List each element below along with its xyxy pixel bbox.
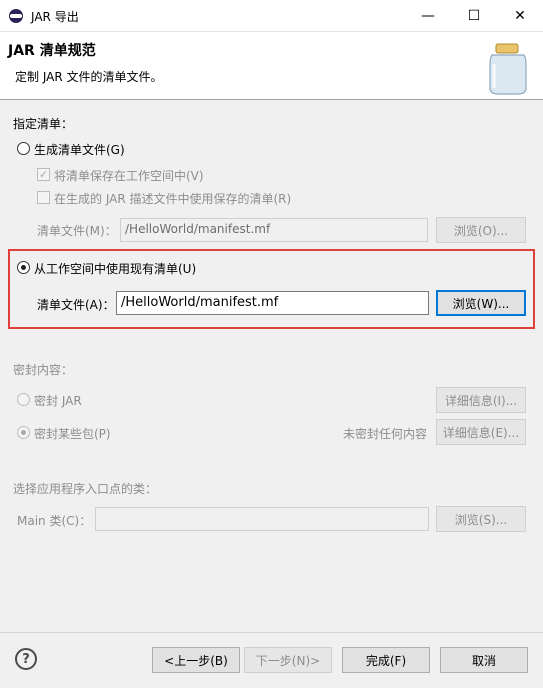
seal-packages-radio[interactable]	[17, 426, 30, 439]
window-title: JAR 导出	[31, 10, 79, 24]
browse-button-disabled[interactable]: 浏览(O)...	[436, 217, 526, 243]
page-subtitle: 定制 JAR 文件的清单文件。	[15, 70, 163, 84]
use-existing-manifest-label: 从工作空间中使用现有清单(U)	[34, 262, 197, 276]
manifest-file-label-disabled: 清单文件(M)：	[37, 224, 117, 238]
manifest-file-input[interactable]: /HelloWorld/manifest.mf	[116, 291, 429, 315]
unsealed-status-text: 未密封任何内容	[343, 427, 428, 441]
entry-point-heading: 选择应用程序入口点的类：	[13, 482, 158, 496]
title-bar: JAR 导出 — ☐ ✕	[0, 0, 543, 32]
seal-jar-radio[interactable]	[17, 393, 30, 406]
help-icon[interactable]: ?	[15, 648, 37, 670]
details-button-1[interactable]: 详细信息(I)...	[436, 387, 526, 413]
maximize-button[interactable]: ☐	[451, 0, 497, 32]
manifest-file-field-disabled[interactable]: /HelloWorld/manifest.mf	[120, 218, 428, 242]
finish-button[interactable]: 完成(F)	[342, 647, 430, 673]
seal-content-heading: 密封内容：	[13, 363, 74, 377]
generate-manifest-label: 生成清单文件(G)	[34, 143, 125, 157]
footer-divider	[0, 632, 543, 633]
main-class-label: Main 类(C)：	[17, 514, 92, 528]
seal-jar-label: 密封 JAR	[34, 394, 82, 408]
specify-manifest-heading: 指定清单：	[13, 117, 74, 131]
use-saved-manifest-checkbox[interactable]	[37, 191, 50, 204]
save-in-workspace-label: 将清单保存在工作空间中(V)	[54, 169, 204, 183]
eclipse-icon	[9, 9, 23, 23]
close-button[interactable]: ✕	[497, 0, 543, 32]
wizard-header: JAR 清单规范 定制 JAR 文件的清单文件。	[0, 32, 543, 100]
jar-icon	[489, 43, 527, 95]
cancel-button[interactable]: 取消	[440, 647, 528, 673]
main-class-field[interactable]	[95, 507, 429, 531]
browse-manifest-button[interactable]: 浏览(W)...	[436, 290, 526, 316]
seal-packages-label: 密封某些包(P)	[34, 427, 111, 441]
next-button[interactable]: 下一步(N)>	[244, 647, 332, 673]
minimize-button[interactable]: —	[405, 0, 451, 32]
save-in-workspace-checkbox[interactable]: ✓	[37, 168, 50, 181]
page-title: JAR 清单规范	[8, 43, 96, 59]
use-existing-manifest-radio[interactable]	[17, 261, 30, 274]
manifest-file-label: 清单文件(A)：	[37, 298, 115, 312]
use-saved-manifest-label: 在生成的 JAR 描述文件中使用保存的清单(R)	[54, 192, 292, 206]
details-button-2[interactable]: 详细信息(E)...	[436, 419, 526, 445]
browse-main-class-button[interactable]: 浏览(S)...	[436, 506, 526, 532]
back-button[interactable]: <上一步(B)	[152, 647, 240, 673]
generate-manifest-radio[interactable]	[17, 142, 30, 155]
